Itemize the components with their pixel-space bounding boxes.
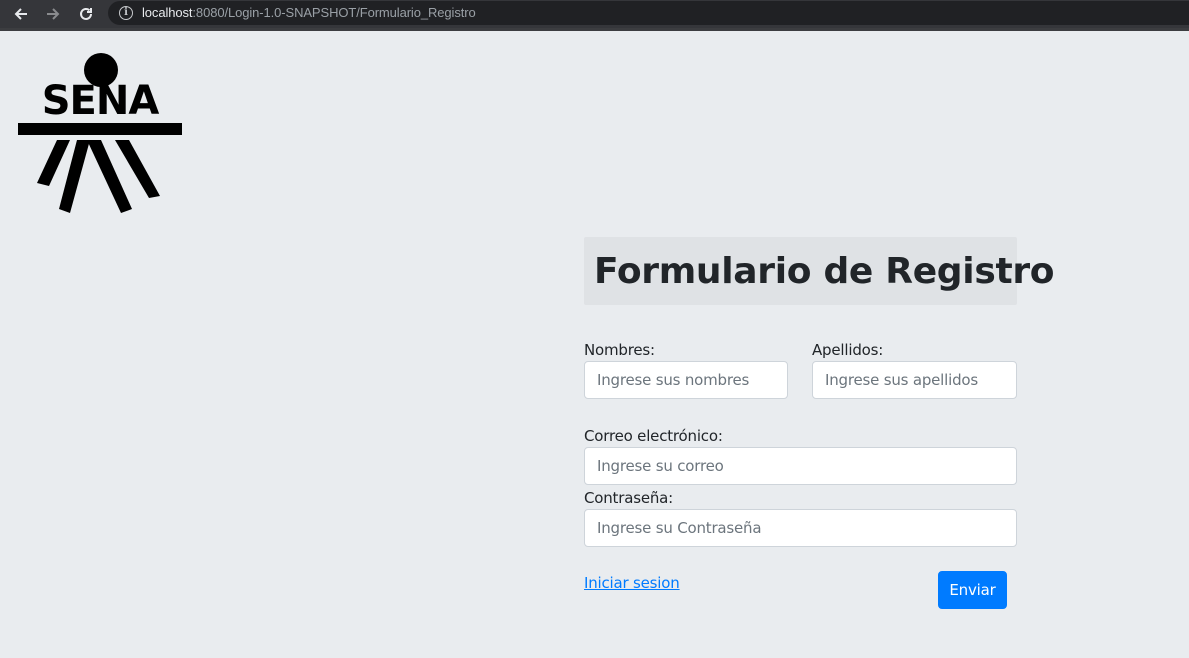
toolbar-divider <box>0 28 1189 31</box>
apellidos-input[interactable] <box>812 361 1017 399</box>
reload-button[interactable] <box>74 2 98 26</box>
submit-button[interactable]: Enviar <box>938 571 1007 609</box>
back-button[interactable] <box>9 2 33 26</box>
nombres-label: Nombres: <box>584 341 655 359</box>
address-bar[interactable]: i localhost:8080/Login-1.0-SNAPSHOT/Form… <box>108 1 1189 25</box>
arrow-right-icon <box>47 8 60 20</box>
forward-button[interactable] <box>41 2 65 26</box>
contrasena-label: Contraseña: <box>584 489 673 507</box>
nombres-input[interactable] <box>584 361 788 399</box>
page-title: Formulario de Registro <box>594 251 1055 292</box>
url-path: :8080/Login-1.0-SNAPSHOT/Formulario_Regi… <box>192 5 476 20</box>
svg-text:SENA: SENA <box>42 78 160 124</box>
apellidos-label: Apellidos: <box>812 341 884 359</box>
info-icon[interactable]: i <box>119 6 133 20</box>
url-text[interactable]: localhost:8080/Login-1.0-SNAPSHOT/Formul… <box>142 5 476 20</box>
reload-icon <box>80 7 92 20</box>
browser-toolbar: i localhost:8080/Login-1.0-SNAPSHOT/Form… <box>0 0 1189 28</box>
arrow-left-icon <box>14 8 27 20</box>
form-title-box: Formulario de Registro <box>584 237 1055 305</box>
sena-logo: SENA <box>18 53 182 213</box>
email-input[interactable] <box>584 447 1017 485</box>
correo-label: Correo electrónico: <box>584 427 723 445</box>
login-link[interactable]: Iniciar sesion <box>584 574 680 592</box>
url-host: localhost <box>142 5 193 20</box>
password-input[interactable] <box>584 509 1017 547</box>
